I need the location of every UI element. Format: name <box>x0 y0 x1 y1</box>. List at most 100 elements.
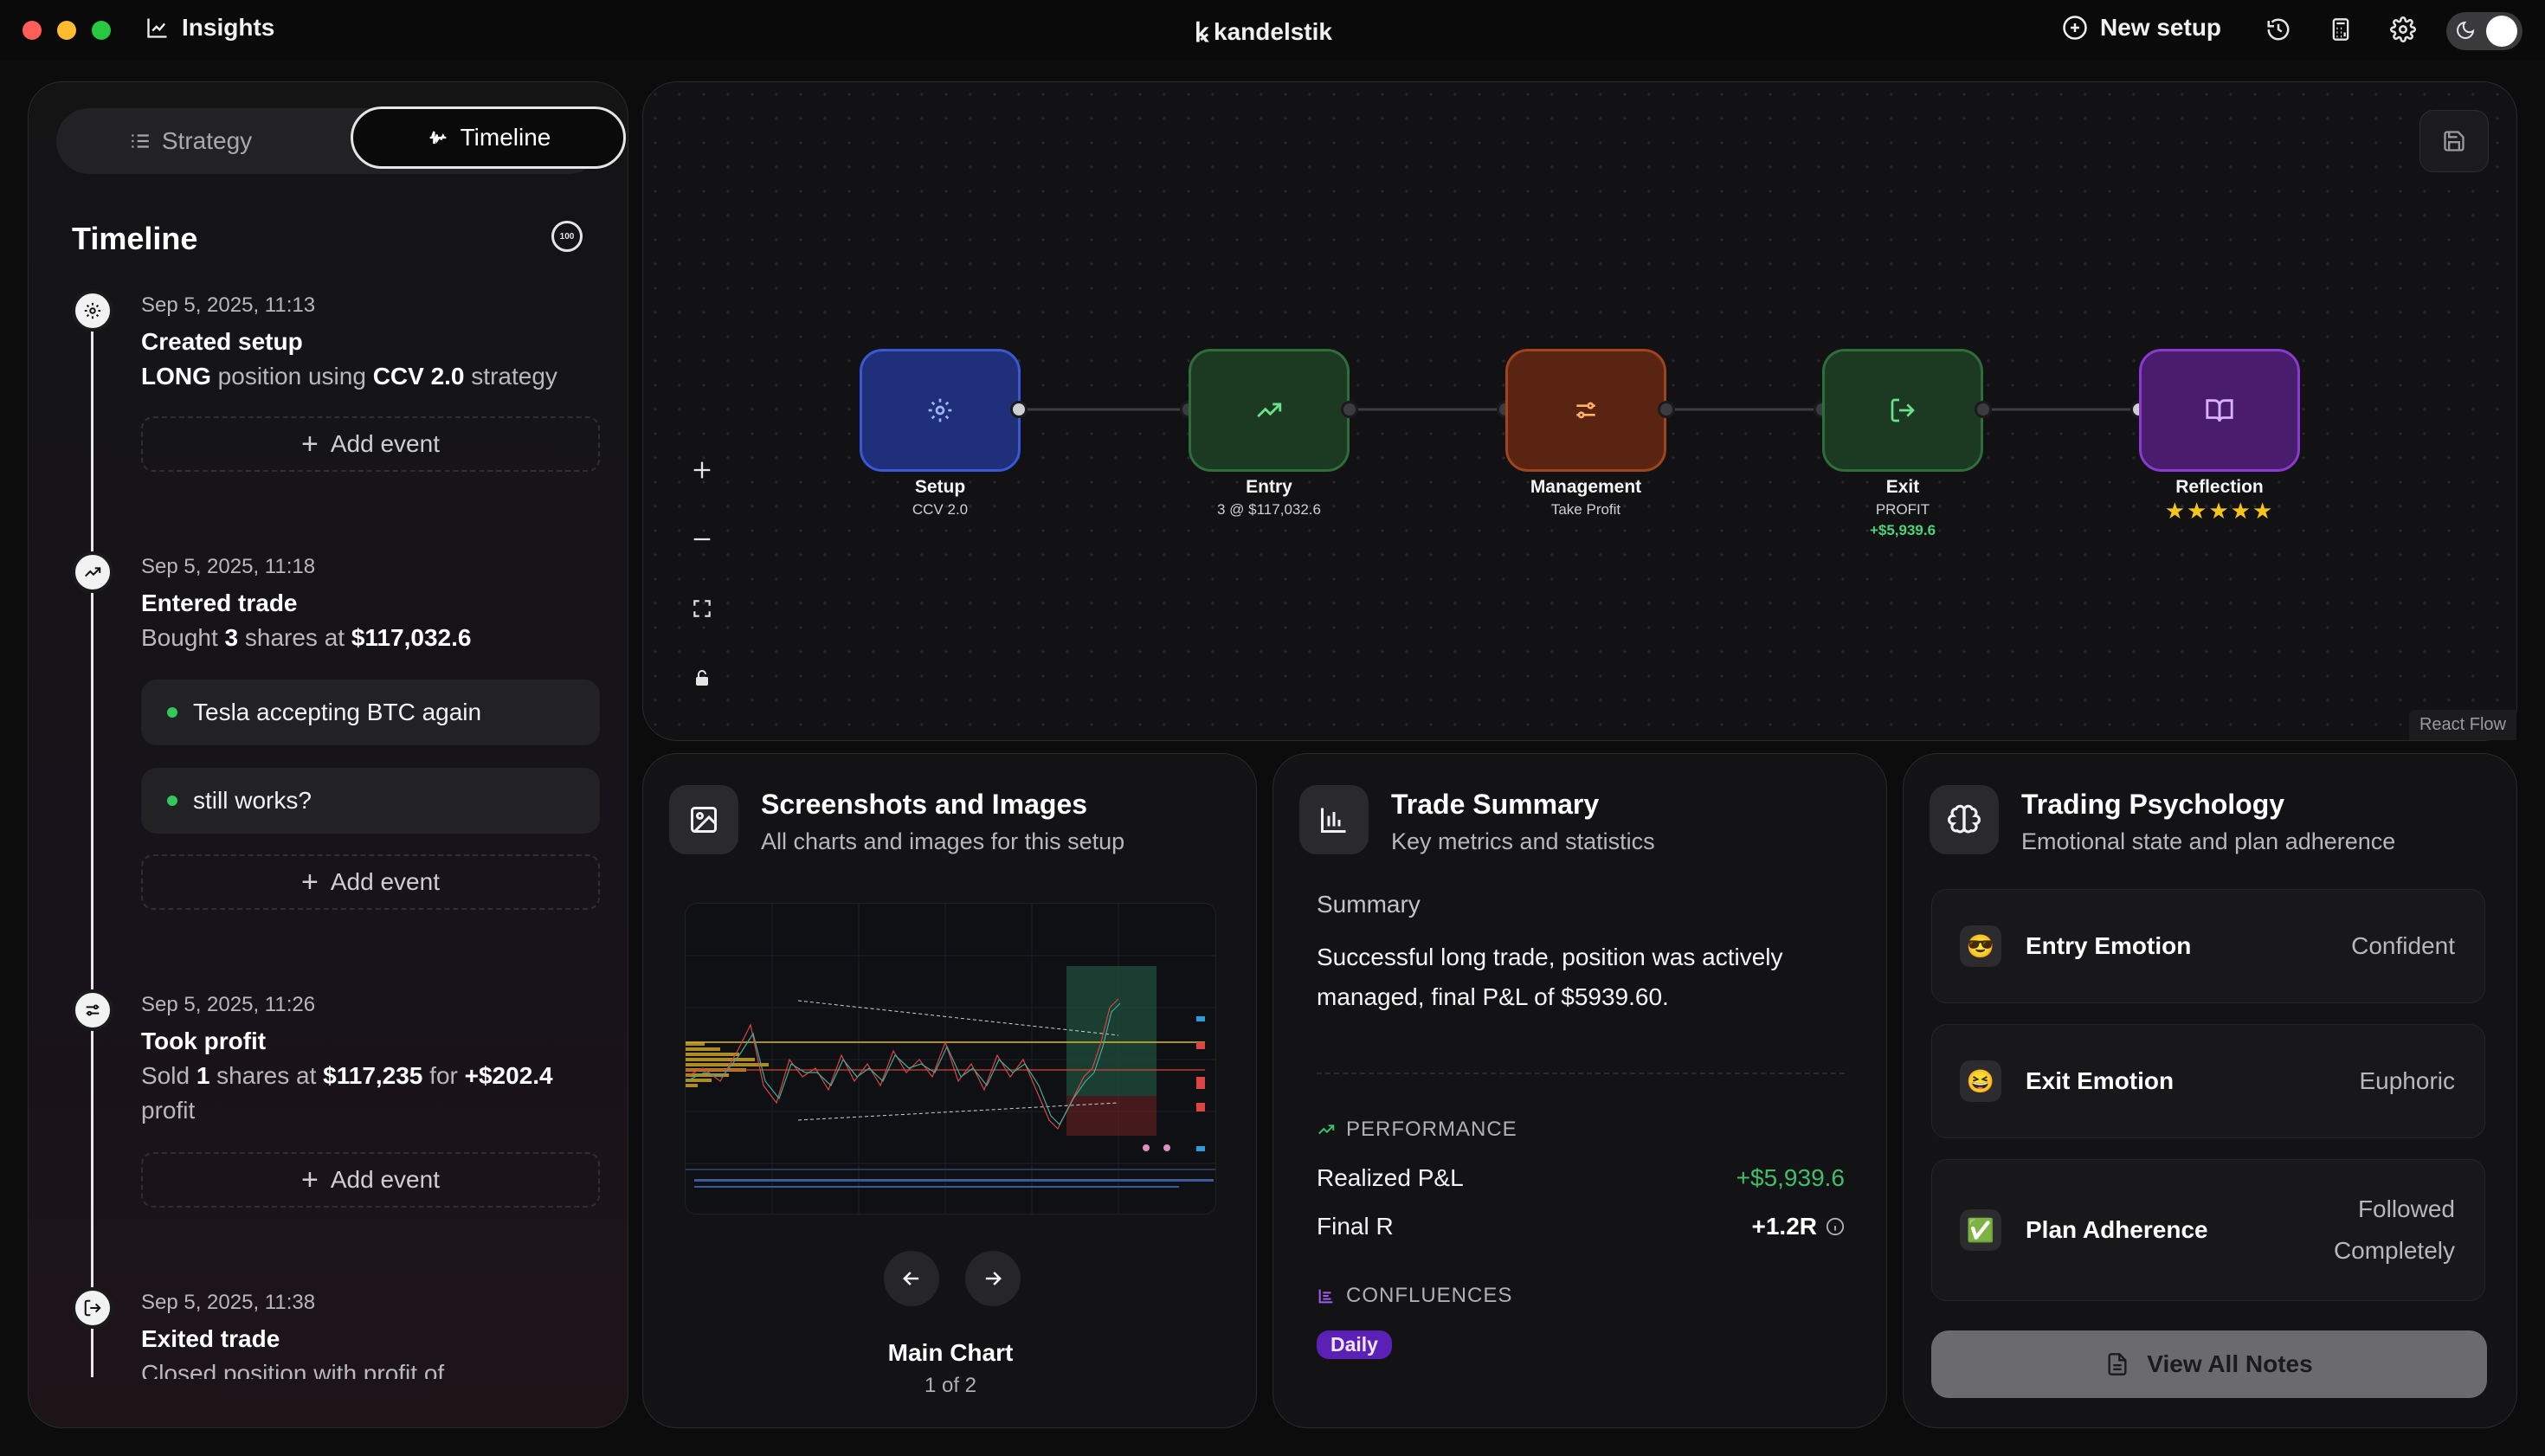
divider <box>1317 1073 1845 1074</box>
insights-button[interactable]: Insights <box>145 14 274 42</box>
card-icon-box <box>669 785 738 854</box>
performance-heading: PERFORMANCE <box>1317 1118 1517 1142</box>
view-segmented-control: Strategy Timeline <box>56 106 626 174</box>
chart-screenshot-image[interactable] <box>685 903 1216 1214</box>
card-subtitle: Key metrics and statistics <box>1391 828 1655 854</box>
book-icon <box>2205 396 2234 425</box>
percent-badge-icon[interactable]: 100 <box>551 221 583 252</box>
flow-node-management[interactable] <box>1505 349 1666 472</box>
event-marker <box>72 989 113 1031</box>
card-subtitle: All charts and images for this setup <box>761 828 1125 854</box>
metric-row-final-r: Final R +1.2R <box>1317 1213 1845 1240</box>
timeline-title: Timeline <box>72 221 198 256</box>
node-handle[interactable] <box>1658 401 1675 418</box>
node-handle[interactable] <box>1975 401 1992 418</box>
summary-text: Successful long trade, position was acti… <box>1317 944 1783 1010</box>
next-image-button[interactable] <box>965 1251 1021 1306</box>
gear-icon <box>926 396 954 424</box>
close-window-button[interactable] <box>23 21 42 40</box>
node-label: Entry <box>1246 477 1292 497</box>
app-window: Insights ꝃ kandelstik New setup Strategy… <box>0 0 2545 1456</box>
event-title: Entered trade <box>141 589 298 616</box>
info-icon[interactable] <box>1826 1217 1845 1236</box>
theme-toggle[interactable] <box>2446 12 2522 50</box>
add-event-button[interactable]: + Add event <box>141 416 600 472</box>
calculator-icon <box>2329 17 2353 42</box>
event-description-clip: Closed position with profit of <box>141 1356 600 1379</box>
bar-chart-icon <box>1318 804 1350 835</box>
item-value: Followed Completely <box>2333 1195 2455 1264</box>
toggle-knob <box>2486 16 2517 47</box>
flow-node-setup[interactable] <box>860 349 1021 472</box>
new-setup-button[interactable]: New setup <box>2062 14 2221 42</box>
flow-node-entry[interactable] <box>1189 349 1350 472</box>
event-description: LONG position using CCV 2.0 strategy <box>141 363 557 390</box>
flow-node-exit[interactable] <box>1822 349 1983 472</box>
confluence-tag[interactable]: Daily <box>1317 1330 1392 1359</box>
image-counter: 1 of 2 <box>924 1374 977 1397</box>
metric-label: Realized P&L <box>1317 1164 1464 1191</box>
tab-strategy[interactable]: Strategy <box>56 108 325 174</box>
event-title: Took profit <box>141 1028 267 1054</box>
event-date: Sep 5, 2025, 11:13 <box>141 293 316 317</box>
event-title: Created setup <box>141 328 303 355</box>
brain-icon <box>1948 803 1981 836</box>
arrow-right-icon <box>981 1266 1005 1291</box>
node-label: Setup <box>914 477 966 497</box>
event-note[interactable]: still works? <box>141 768 600 834</box>
plus-icon: + <box>301 866 319 899</box>
event-note[interactable]: Tesla accepting BTC again <box>141 680 600 745</box>
plus-circle-icon <box>2062 15 2088 41</box>
node-sublabel: Take Profit <box>1550 501 1621 518</box>
brand-mark-icon: ꝃ <box>1195 19 1209 48</box>
card-icon-box <box>1299 785 1369 854</box>
metric-row-realized-pnl: Realized P&L +$5,939.6 <box>1317 1164 1845 1192</box>
screenshots-card: Screenshots and Images All charts and im… <box>642 753 1257 1428</box>
trending-up-icon <box>1317 1120 1336 1139</box>
card-title: Trading Psychology <box>2021 789 2285 820</box>
react-flow-attribution[interactable]: React Flow <box>2408 710 2516 740</box>
previous-image-button[interactable] <box>884 1251 939 1306</box>
plus-icon: + <box>301 428 319 461</box>
tab-timeline[interactable]: Timeline <box>351 106 626 169</box>
event-title: Exited trade <box>141 1325 280 1352</box>
insights-label: Insights <box>182 14 275 41</box>
add-event-button[interactable]: + Add event <box>141 854 600 910</box>
psychology-plan-adherence: ✅ Plan Adherence Followed Completely <box>1931 1159 2485 1301</box>
image-icon <box>688 804 719 835</box>
trending-up-icon <box>83 563 102 582</box>
gear-icon <box>2390 16 2416 42</box>
trading-chart-thumbnail <box>686 904 1215 1214</box>
add-event-button[interactable]: + Add event <box>141 1152 600 1208</box>
event-date: Sep 5, 2025, 11:38 <box>141 1291 316 1314</box>
history-button[interactable] <box>2259 10 2297 48</box>
tab-timeline-label: Timeline <box>460 124 551 151</box>
image-caption: Main Chart <box>887 1339 1014 1366</box>
maximize-window-button[interactable] <box>92 21 111 40</box>
psychology-entry-emotion: 😎 Entry Emotion Confident <box>1931 889 2485 1003</box>
sliders-icon <box>83 1001 102 1020</box>
psychology-exit-emotion: 😆 Exit Emotion Euphoric <box>1931 1024 2485 1138</box>
history-icon <box>2265 16 2291 42</box>
node-handle[interactable] <box>1341 401 1358 418</box>
laughing-emoji-icon: 😆 <box>1960 1060 2001 1102</box>
brand-logo: ꝃ kandelstik <box>1195 14 1332 49</box>
event-marker <box>72 551 113 593</box>
settings-button[interactable] <box>2384 10 2422 48</box>
calculator-button[interactable] <box>2322 10 2360 48</box>
list-icon <box>1317 1286 1336 1305</box>
node-label: Exit <box>1885 477 1920 497</box>
card-icon-box <box>1930 785 1999 854</box>
trending-up-icon <box>1254 396 1284 425</box>
minimize-window-button[interactable] <box>57 21 76 40</box>
plus-icon: + <box>301 1163 319 1196</box>
flow-node-reflection[interactable] <box>2139 349 2300 472</box>
trade-flow-canvas[interactable]: Setup CCV 2.0 Entry 3 @ $117,032.6 Manag… <box>642 81 2517 741</box>
view-all-notes-button[interactable]: View All Notes <box>1931 1330 2487 1398</box>
new-setup-label: New setup <box>2100 14 2222 41</box>
card-title: Trade Summary <box>1391 789 1600 820</box>
event-description: Sold 1 shares at $117,235 for +$202.4 pr… <box>141 1062 553 1124</box>
brand-name: kandelstik <box>1214 17 1332 45</box>
node-handle[interactable] <box>1010 401 1028 418</box>
event-date: Sep 5, 2025, 11:26 <box>141 993 316 1016</box>
